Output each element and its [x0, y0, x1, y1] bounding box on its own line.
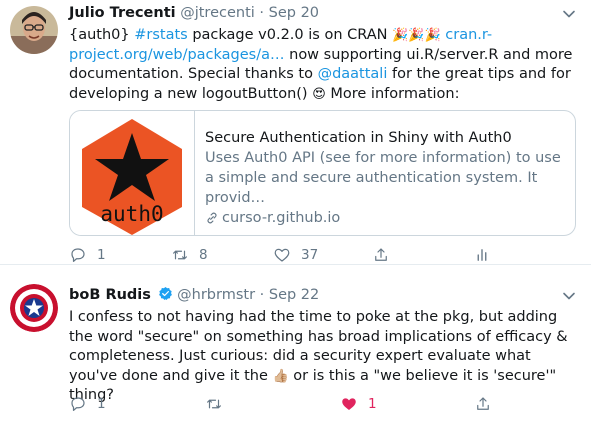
display-name[interactable]: Julio Trecenti [69, 5, 176, 21]
timestamp[interactable]: Sep 22 [269, 287, 319, 303]
analytics-button[interactable] [473, 244, 491, 266]
like-button[interactable]: 37 [273, 244, 318, 266]
like-icon-filled [342, 398, 356, 410]
thumbs-up-emoji-icon: 👍🏼 [272, 368, 289, 384]
mention-link[interactable]: @daattali [318, 66, 388, 82]
reply-button[interactable]: 1 [69, 393, 106, 415]
auth0-logo-icon: auth0 [82, 119, 182, 235]
tweet-text: {auth0} #rstats package v0.2.0 is on CRA… [69, 27, 573, 102]
retweet-icon [207, 399, 221, 409]
timestamp[interactable]: Sep 20 [269, 5, 319, 21]
retweet-button[interactable]: 8 [171, 244, 208, 266]
reply-count: 1 [97, 396, 106, 412]
tweet-header: Julio Trecenti @jtrecenti · Sep 20 [69, 5, 320, 21]
tweet-header: boB Rudis @hrbrmstr · Sep 22 [69, 286, 320, 303]
display-name[interactable]: boB Rudis [69, 287, 151, 303]
card-image: auth0 [70, 111, 195, 235]
tweet-text: I confess to not having had the time to … [69, 309, 568, 403]
share-icon [477, 397, 489, 410]
heart-eyes-emoji-icon: 😍 [312, 86, 326, 102]
tweet-julio[interactable]: Julio Trecenti @jtrecenti · Sep 20 {auth… [0, 0, 591, 264]
avatar-julio[interactable] [10, 6, 58, 54]
card-text: Secure Authentication in Shiny with Auth… [205, 128, 565, 228]
card-image-text: auth0 [100, 202, 163, 226]
link-icon [207, 212, 217, 224]
card-description: Uses Auth0 API (see for more information… [205, 150, 561, 206]
retweet-count: 8 [199, 247, 208, 263]
reply-icon [71, 397, 85, 411]
card-title[interactable]: Secure Authentication in Shiny with Auth… [205, 128, 565, 148]
reply-count: 1 [97, 247, 106, 263]
retweet-button[interactable] [205, 393, 233, 415]
handle[interactable]: @jtrecenti [180, 5, 255, 21]
reply-button[interactable]: 1 [69, 244, 106, 266]
like-count: 1 [368, 396, 377, 412]
handle[interactable]: @hrbrmstr [177, 287, 255, 303]
analytics-icon [477, 249, 487, 261]
retweet-icon [173, 250, 187, 260]
like-button[interactable]: 1 [340, 393, 377, 415]
like-icon [274, 248, 290, 262]
card-domain-row: curso-r.github.io [205, 208, 565, 228]
tweet-actions: 1 8 37 [69, 244, 574, 266]
party-popper-emoji-icon: 🎉🎉🎉 [392, 28, 441, 43]
reply-icon [71, 248, 85, 262]
verified-badge-icon [158, 286, 172, 300]
caret-down-icon[interactable] [561, 288, 577, 304]
link-card[interactable]: auth0 Secure Authentication in Shiny wit… [69, 110, 576, 236]
share-icon [375, 248, 387, 261]
caret-down-icon[interactable] [561, 6, 577, 22]
avatar-bob[interactable] [10, 284, 58, 332]
tweet-bob[interactable]: boB Rudis @hrbrmstr · Sep 22 I confess t… [0, 264, 591, 429]
hashtag-link[interactable]: #rstats [134, 27, 187, 43]
card-domain: curso-r.github.io [222, 210, 341, 226]
share-button[interactable] [474, 393, 492, 415]
share-button[interactable] [372, 244, 390, 266]
like-count: 37 [301, 247, 319, 263]
tweet-actions: 1 1 [69, 393, 574, 415]
